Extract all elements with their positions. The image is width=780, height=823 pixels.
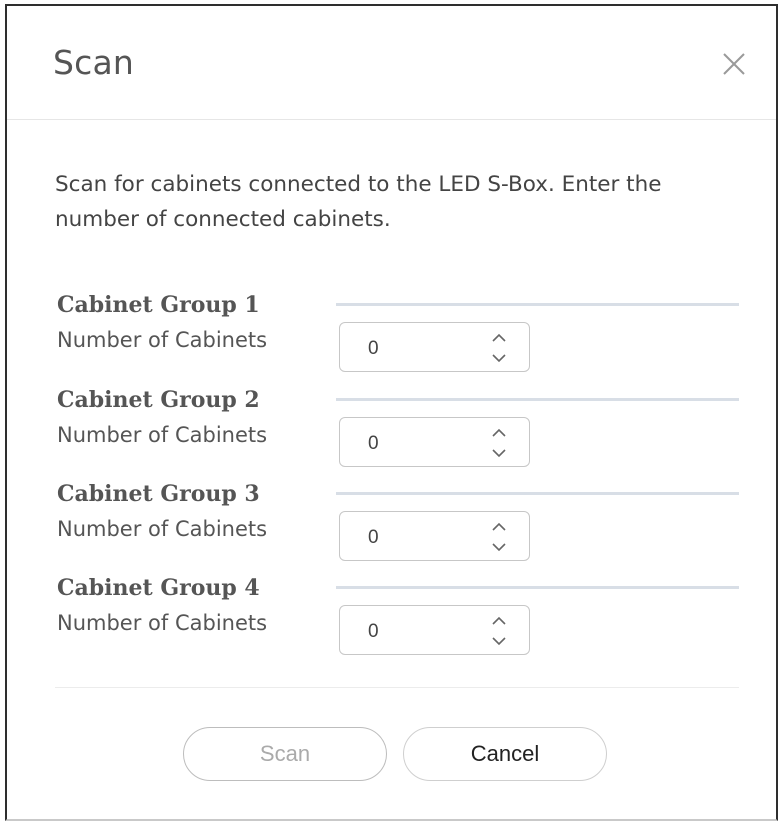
- group-divider: [336, 492, 739, 495]
- chevron-up-icon[interactable]: [490, 521, 508, 533]
- cabinet-count-stepper[interactable]: 0: [339, 322, 530, 372]
- group-divider: [336, 303, 739, 306]
- chevron-up-icon[interactable]: [490, 615, 508, 627]
- cabinet-group-4: Cabinet Group 4 Number of Cabinets 0: [55, 575, 745, 669]
- stepper-value[interactable]: 0: [368, 338, 379, 360]
- dialog-description: Scan for cabinets connected to the LED S…: [55, 172, 662, 232]
- cabinet-count-stepper[interactable]: 0: [339, 511, 530, 561]
- group-title: Cabinet Group 1: [57, 292, 260, 318]
- stepper-value[interactable]: 0: [368, 527, 379, 549]
- cabinet-count-stepper[interactable]: 0: [339, 417, 530, 467]
- chevron-down-icon[interactable]: [490, 541, 508, 553]
- field-label: Number of Cabinets: [57, 517, 268, 541]
- footer-divider: [55, 687, 739, 688]
- dialog-title: Scan: [53, 43, 135, 82]
- chevron-down-icon[interactable]: [490, 447, 508, 459]
- cabinet-group-2: Cabinet Group 2 Number of Cabinets 0: [55, 387, 745, 481]
- stepper-value[interactable]: 0: [368, 621, 379, 643]
- stepper-value[interactable]: 0: [368, 433, 379, 455]
- group-title: Cabinet Group 2: [57, 387, 260, 413]
- scan-dialog: Scan Scan for cabinets connected to the …: [5, 4, 778, 821]
- cabinet-count-stepper[interactable]: 0: [339, 605, 530, 655]
- field-label: Number of Cabinets: [57, 423, 268, 447]
- group-title: Cabinet Group 3: [57, 481, 260, 507]
- close-icon[interactable]: [720, 50, 748, 78]
- field-label: Number of Cabinets: [57, 611, 268, 635]
- group-title: Cabinet Group 4: [57, 575, 260, 601]
- field-label: Number of Cabinets: [57, 328, 268, 352]
- cabinet-group-1: Cabinet Group 1 Number of Cabinets 0: [55, 292, 745, 386]
- scan-button[interactable]: Scan: [183, 727, 387, 781]
- chevron-up-icon[interactable]: [490, 427, 508, 439]
- chevron-down-icon[interactable]: [490, 635, 508, 647]
- cabinet-group-3: Cabinet Group 3 Number of Cabinets 0: [55, 481, 745, 575]
- dialog-header: Scan: [7, 6, 776, 120]
- group-divider: [336, 398, 739, 401]
- chevron-up-icon[interactable]: [490, 332, 508, 344]
- chevron-down-icon[interactable]: [490, 352, 508, 364]
- group-divider: [336, 586, 739, 589]
- cancel-button[interactable]: Cancel: [403, 727, 607, 781]
